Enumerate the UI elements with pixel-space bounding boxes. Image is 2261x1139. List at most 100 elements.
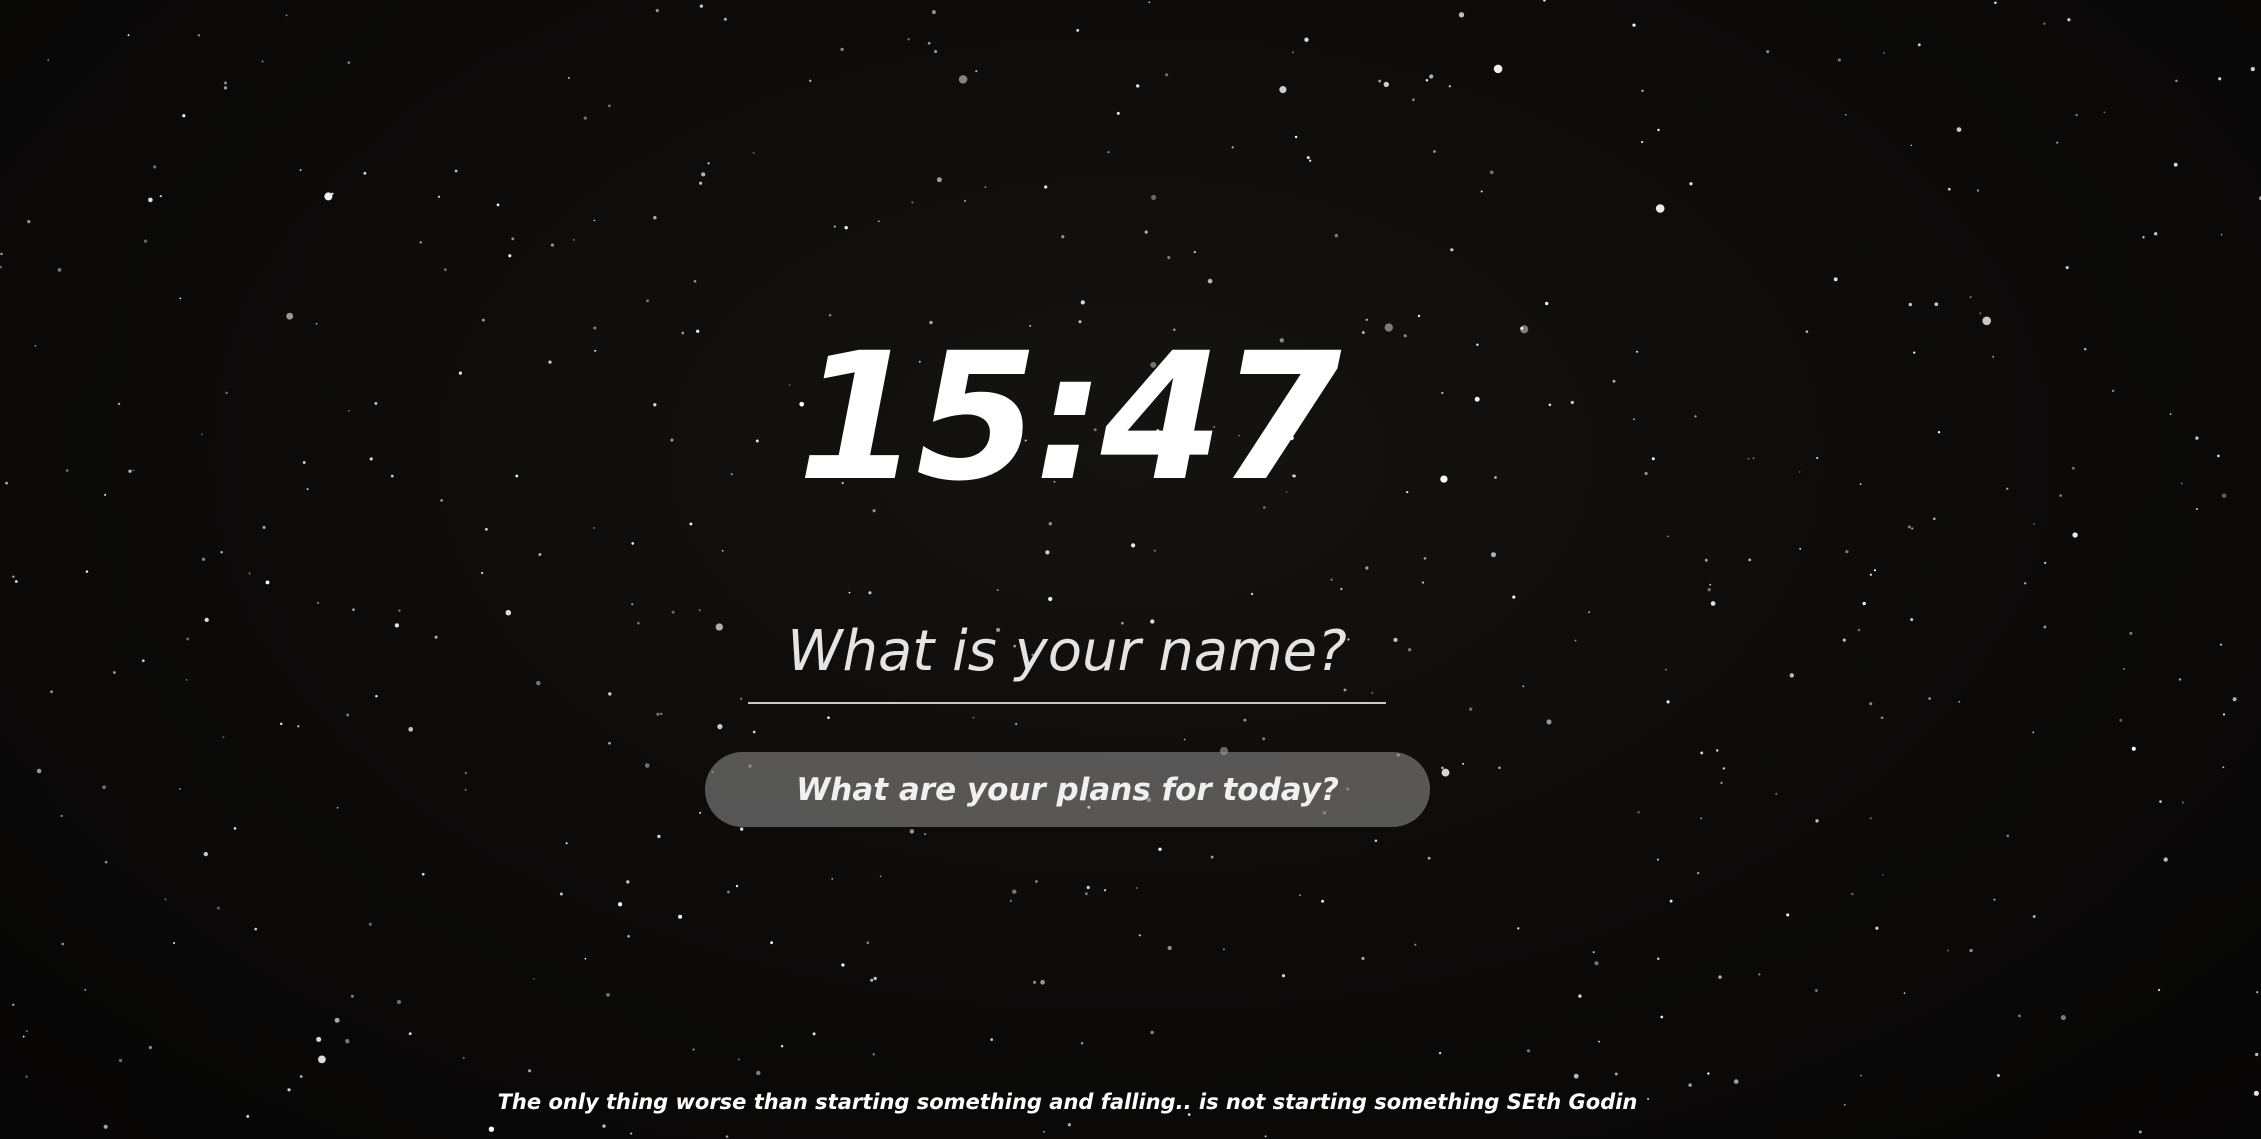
star [1378,79,1382,83]
star [1374,839,1378,842]
star [2067,18,2071,22]
star [1299,894,1301,897]
star [1491,552,1496,558]
star [1281,974,1286,978]
star [12,575,15,578]
star [1393,637,1398,643]
star [1086,885,1090,890]
star [2006,834,2010,838]
star [678,914,683,919]
star [1294,135,1298,139]
star [2142,236,2145,239]
star [2222,766,2225,769]
star [717,723,723,730]
star [394,623,400,628]
star [1911,527,1914,530]
star [1660,1015,1664,1019]
star [1167,256,1171,260]
star [2181,801,2184,804]
star [841,963,845,967]
star [559,892,563,896]
star [113,671,116,674]
star [2043,22,2046,25]
star [692,1048,695,1051]
star [1833,277,1838,282]
star [1334,233,1339,238]
star [1947,187,1951,191]
star [1996,1073,2000,1078]
star [1043,1130,1046,1133]
star [1837,58,1841,62]
star [1786,913,1790,917]
star [22,1035,25,1038]
star [1151,194,1157,200]
star [1264,1135,1267,1138]
star [50,690,54,694]
star [627,935,630,938]
star [1448,85,1451,88]
star [1873,569,1877,572]
star [2033,523,2035,525]
star [216,906,220,910]
star [2043,625,2047,629]
star [2175,79,2178,83]
star [1365,566,1369,570]
star [866,941,870,945]
star [141,659,145,663]
star [261,60,264,63]
star [626,880,630,884]
star [1291,51,1294,54]
star [1429,74,1434,79]
star [1014,722,1018,726]
star [233,827,237,830]
plans-input[interactable] [705,752,1430,827]
star [1664,668,1667,671]
star [567,77,570,79]
star [2131,746,2136,751]
star [1689,182,1693,186]
star [1138,934,1141,937]
plans-field-container [705,752,1430,827]
star [1844,113,1847,116]
star [1862,601,1866,606]
star [25,1030,28,1033]
star [1411,98,1415,102]
star [868,591,872,595]
star [689,522,693,526]
star [1231,146,1234,149]
star [2220,233,2223,236]
star [1715,749,1719,752]
star [1462,762,1465,765]
star [203,851,209,857]
star [565,842,568,845]
star [608,741,611,745]
star [606,992,610,997]
star [1450,248,1454,252]
star [737,1058,740,1061]
star [1076,28,1080,32]
star [1789,673,1795,678]
star [1011,889,1017,894]
star [2158,988,2161,992]
star [1880,716,1884,720]
star [602,1124,606,1128]
star [1107,151,1110,154]
star [756,1070,761,1076]
star [1667,535,1669,538]
star [1040,979,1045,985]
star [464,789,467,791]
star [1207,278,1213,284]
star [1578,994,1582,998]
star [1775,792,1778,796]
star [924,833,926,836]
star [186,637,190,641]
star [103,1124,108,1129]
star [927,41,931,45]
star [148,1045,152,1050]
name-input[interactable] [748,606,1386,696]
star [185,679,188,681]
star [934,49,938,54]
star [1262,737,1266,741]
star [698,609,701,612]
star [1588,611,1591,614]
